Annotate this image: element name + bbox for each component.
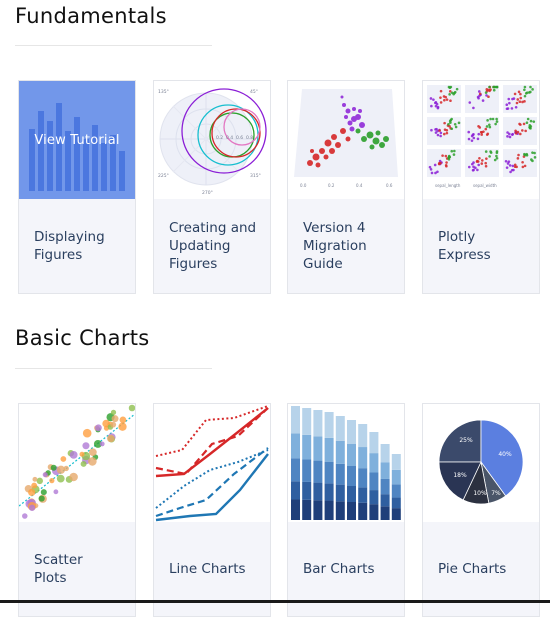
svg-text:0.2: 0.2 <box>328 183 335 188</box>
card-creating-updating-figures[interactable]: 135° 45° 225° 315° 270° 0.2 0.4 0.6 0.8 … <box>153 80 271 294</box>
section-title-fundamentals: Fundamentals <box>15 4 167 28</box>
view-tutorial-overlay[interactable]: View Tutorial <box>19 81 135 199</box>
polar-tick-label: 45° <box>250 89 258 95</box>
polar-radial-label: 0.6 <box>236 135 243 141</box>
card-bar-charts[interactable]: Bar Charts <box>287 403 405 617</box>
pie-label: 10% <box>473 490 487 497</box>
thumbnail-line-chart <box>154 404 270 522</box>
polar-tick-label: 225° <box>158 173 169 179</box>
card-line-charts[interactable]: Line Charts <box>153 403 271 617</box>
pie-label: 7% <box>491 490 501 497</box>
section-divider <box>15 368 212 369</box>
polar-radial-label: 0.2 <box>216 135 223 141</box>
card-pie-charts[interactable]: 25% 40% 18% 10% 7% Pie Charts <box>422 403 540 617</box>
thumbnail-scatter-matrix: sepal_length sepal_width <box>423 81 539 199</box>
thumbnail-stacked-bar-chart <box>288 404 404 522</box>
polar-radial-label: 0.8 <box>246 135 253 141</box>
card-label: Version 4 Migration Guide <box>303 220 367 272</box>
axis-label: sepal_width <box>473 183 497 188</box>
svg-text:0.4: 0.4 <box>356 183 363 188</box>
thumbnail-ternary-scatter: 0.0 0.2 0.4 0.6 <box>288 81 404 199</box>
polar-tick-label: 315° <box>250 173 261 179</box>
pie-label: 18% <box>453 472 467 479</box>
pie-label: 25% <box>459 437 473 444</box>
card-displaying-figures[interactable]: View Tutorial Displaying Figures <box>18 80 136 294</box>
pie-label: 40% <box>498 451 512 458</box>
card-label: Plotly Express <box>438 229 491 263</box>
card-plotly-express[interactable]: sepal_length sepal_width Plotly Express <box>422 80 540 294</box>
card-scatter-plots[interactable]: Scatter Plots <box>18 403 136 617</box>
section-divider <box>15 45 212 46</box>
polar-tick-label: 135° <box>158 89 169 95</box>
axis-label: sepal_length <box>435 183 461 188</box>
polar-tick-label: 270° <box>202 190 213 196</box>
svg-text:0.6: 0.6 <box>386 183 393 188</box>
polar-radial-label: 0.4 <box>226 135 233 141</box>
thumbnail-displaying-figures: View Tutorial <box>19 81 135 199</box>
svg-text:0.0: 0.0 <box>300 183 307 188</box>
card-label: Displaying Figures <box>34 229 105 263</box>
section-title-basic-charts: Basic Charts <box>15 326 150 350</box>
thumbnail-pie-chart: 25% 40% 18% 10% 7% <box>423 404 539 522</box>
card-label: Creating and Updating Figures <box>169 220 257 272</box>
card-version-4-migration-guide[interactable]: 0.0 0.2 0.4 0.6 Version 4 Migration Guide <box>287 80 405 294</box>
thumbnail-scatter-plot <box>19 404 135 522</box>
thumbnail-polar-chart: 135° 45° 225° 315° 270° 0.2 0.4 0.6 0.8 <box>154 81 270 199</box>
